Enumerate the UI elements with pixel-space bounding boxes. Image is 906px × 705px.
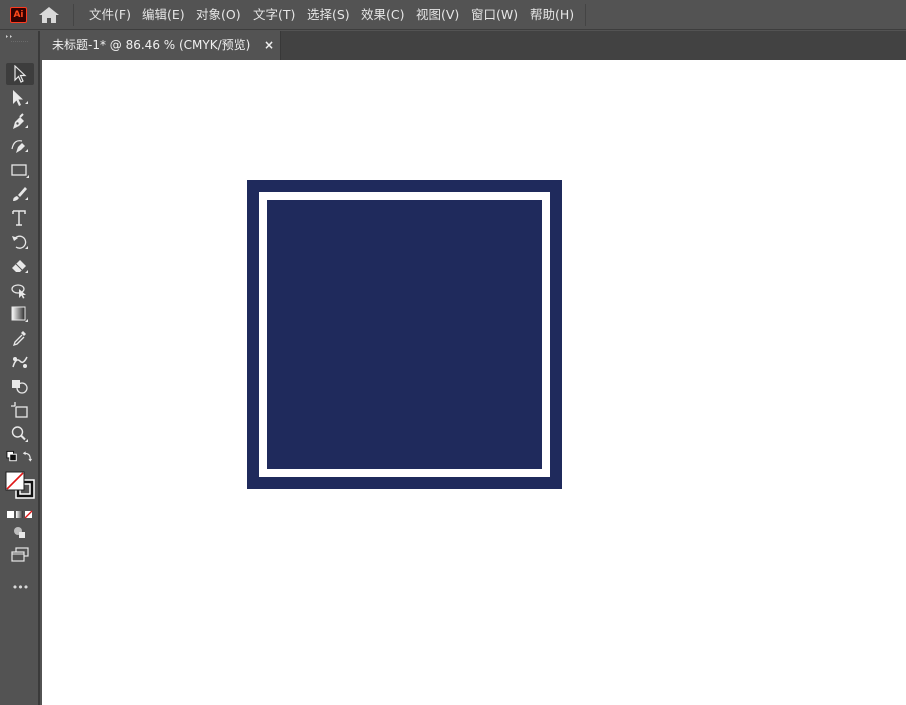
gradient-tool[interactable]	[6, 303, 34, 325]
selection-tool[interactable]	[6, 63, 34, 85]
draw-mode-button[interactable]	[6, 523, 34, 541]
shape-builder-tool[interactable]	[6, 375, 34, 397]
puppet-warp-icon	[11, 284, 26, 299]
color-gradient-none-icon	[7, 510, 33, 519]
menu-object[interactable]: 对象(O)	[196, 0, 241, 30]
artboard-tool[interactable]	[6, 399, 34, 421]
pen-icon	[13, 113, 28, 129]
edit-toolbar-button[interactable]: •••	[6, 577, 34, 597]
eraser-tool[interactable]	[6, 255, 34, 277]
rotate-icon	[12, 235, 28, 249]
screen-mode-button[interactable]	[6, 545, 34, 565]
document-tab[interactable]: 未标题-1* @ 86.46 % (CMYK/预览) ×	[42, 31, 281, 60]
eraser-icon	[12, 260, 28, 273]
menu-select[interactable]: 选择(S)	[307, 0, 350, 30]
color-mode-buttons[interactable]	[6, 506, 34, 519]
type-icon	[12, 210, 26, 226]
framed-square-artwork[interactable]	[247, 180, 562, 489]
outer-navy-square[interactable]	[247, 180, 562, 489]
document-tab-label: 未标题-1* @ 86.46 % (CMYK/预览)	[52, 38, 251, 52]
arrow-icon	[14, 65, 27, 83]
zoom-tool[interactable]	[6, 423, 34, 445]
menu-file[interactable]: 文件(F)	[89, 0, 131, 30]
menu-type[interactable]: 文字(T)	[253, 0, 295, 30]
menu-view[interactable]: 视图(V)	[416, 0, 459, 30]
tools-panel: •••	[0, 31, 40, 705]
eyedropper-tool[interactable]	[6, 327, 34, 349]
type-tool[interactable]	[6, 207, 34, 229]
rotate-tool[interactable]	[6, 231, 34, 253]
menu-effect[interactable]: 效果(C)	[361, 0, 404, 30]
artboard-icon	[11, 402, 28, 418]
menu-window[interactable]: 窗口(W)	[471, 0, 518, 30]
home-icon[interactable]	[38, 6, 60, 24]
fill-none-stroke-swatch-icon	[5, 471, 35, 499]
paintbrush-tool[interactable]	[6, 183, 34, 205]
direct-arrow-icon	[13, 90, 28, 106]
default-colors-swap-icon	[6, 450, 33, 462]
curvature-pen-icon	[11, 140, 28, 153]
panel-collapse-grip-icon[interactable]	[5, 33, 35, 43]
close-icon[interactable]: ×	[264, 31, 274, 60]
zoom-icon	[11, 426, 28, 442]
menu-help[interactable]: 帮助(H)	[530, 0, 574, 30]
puppet-warp-tool[interactable]	[6, 279, 34, 301]
rectangle-tool[interactable]	[6, 159, 34, 181]
blend-icon	[12, 356, 28, 368]
menu-bar: Ai 文件(F) 编辑(E) 对象(O) 文字(T) 选择(S) 效果(C) 视…	[0, 0, 906, 30]
menu-divider	[73, 4, 74, 26]
fill-stroke-swatches[interactable]	[4, 471, 36, 499]
app-logo-icon: Ai	[10, 7, 27, 23]
gradient-icon	[11, 306, 28, 322]
shape-builder-icon	[12, 380, 28, 394]
direct-selection-tool[interactable]	[6, 87, 34, 109]
swap-fill-stroke-control[interactable]	[6, 449, 34, 465]
menu-edit[interactable]: 编辑(E)	[142, 0, 185, 30]
rectangle-icon	[11, 164, 29, 178]
screen-mode-icon	[11, 547, 29, 562]
menu-divider-end	[585, 4, 586, 26]
artboard-canvas[interactable]	[42, 60, 906, 705]
illustrator-window: Ai 文件(F) 编辑(E) 对象(O) 文字(T) 选择(S) 效果(C) 视…	[0, 0, 906, 705]
pen-tool[interactable]	[6, 111, 34, 133]
draw-mode-icon	[14, 527, 25, 538]
blend-tool[interactable]	[6, 351, 34, 373]
curvature-tool[interactable]	[6, 135, 34, 157]
eyedropper-icon	[12, 331, 26, 347]
brush-icon	[13, 187, 28, 201]
document-tab-bar: 未标题-1* @ 86.46 % (CMYK/预览) ×	[42, 31, 906, 60]
